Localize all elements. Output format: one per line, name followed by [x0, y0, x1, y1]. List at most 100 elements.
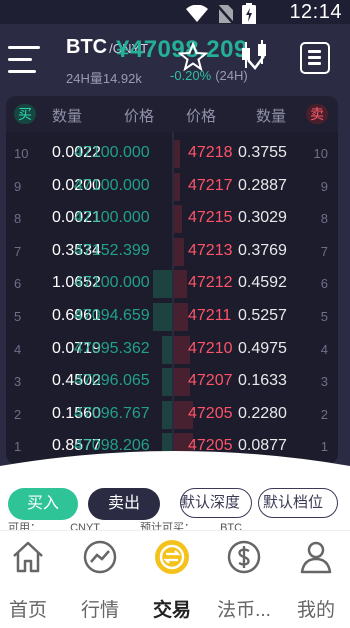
price-change: -0.20% (24H) [170, 68, 248, 83]
row-index-right: 4 [320, 341, 328, 357]
bid-price: 47094.659 [74, 307, 150, 324]
change-period: (24H) [215, 68, 248, 83]
ask-price: 47217 [188, 176, 233, 194]
order-book: 买 数量 价格 价格 数量 卖 10 0.0022 47100.000 47218 0.… [6, 96, 338, 464]
status-bar: 12:14 [0, 0, 350, 25]
bid-price: 47152.399 [74, 241, 150, 259]
status-icons [186, 3, 256, 25]
trading-screen: 12:14 BTC/CNYT ¥47098.209 24H量14.92k -0.… [0, 0, 350, 628]
bottom-tab-bar: 首页 行情 交易 法币... 我的 [0, 530, 350, 628]
tab-label: 首页 [8, 600, 47, 621]
market-header: BTC/CNYT ¥47098.209 24H量14.92k -0.20% (24… [0, 24, 350, 92]
ask-price: 47205 [188, 404, 233, 422]
tab-fiat[interactable]: 法币... [213, 537, 275, 625]
bid-qty-header: 数量 [52, 108, 83, 125]
buy-tab-button[interactable]: 买入 [8, 488, 78, 520]
sell-tab-button[interactable]: 卖出 [88, 488, 160, 520]
ask-depth-bar [174, 270, 187, 299]
volume-24h: 24H量14.92k [66, 71, 142, 86]
ask-price: 47210 [188, 339, 233, 357]
row-index-right: 2 [320, 406, 328, 422]
menu-line [8, 58, 32, 61]
ask-price: 47218 [188, 144, 233, 161]
ask-qty: 0.3755 [238, 144, 287, 161]
position-select-label: 默认档位 [262, 494, 323, 511]
pair-base: BTC [66, 36, 108, 58]
order-row[interactable]: 9 0.0200 47100.000 47217 0.2887 9 [6, 171, 338, 203]
row-index-right: 10 [313, 146, 328, 161]
row-index-left: 7 [14, 243, 22, 259]
bid-depth-bar [162, 400, 172, 429]
tab-profile[interactable]: 我的 [285, 537, 347, 625]
order-row[interactable]: 6 1.0652 47100.000 47212 0.4592 6 [6, 268, 338, 300]
position-select[interactable]: 默认档位 [258, 488, 338, 518]
dollar-icon [227, 540, 261, 574]
row-index-right: 3 [320, 374, 328, 390]
tab-label: 行情 [80, 600, 119, 621]
row-index-left: 8 [14, 211, 22, 227]
bid-depth-bar [153, 303, 172, 331]
tab-trade[interactable]: 交易 [141, 537, 203, 625]
bid-price: 47100.000 [74, 176, 150, 194]
order-row[interactable]: 7 0.3534 47152.399 47213 0.3769 7 [6, 236, 338, 268]
user-icon [300, 541, 332, 574]
doc-line [308, 56, 321, 59]
row-index-left: 6 [14, 276, 22, 292]
ask-qty: 0.3769 [238, 241, 287, 259]
bid-price: 47100.000 [74, 209, 150, 227]
exchange-icon [155, 540, 189, 574]
row-index-right: 7 [320, 243, 328, 259]
row-index-right: 9 [320, 178, 328, 194]
ask-depth-bar [174, 303, 188, 331]
tab-home[interactable]: 首页 [0, 537, 59, 625]
row-index-right: 8 [320, 211, 328, 227]
row-index-right: 5 [320, 309, 328, 324]
ask-qty: 0.3029 [238, 209, 287, 227]
bid-price: 47096.767 [74, 404, 150, 422]
row-index-left: 9 [14, 178, 22, 194]
bid-depth-bar [162, 368, 172, 397]
doc-line [308, 62, 321, 65]
order-row[interactable]: 5 0.6961 47094.659 47211 0.5257 5 [6, 301, 338, 333]
home-icon [13, 541, 43, 573]
order-book-header: 买 数量 价格 价格 数量 卖 [6, 96, 338, 132]
ask-qty: 0.4592 [238, 274, 287, 292]
menu-line [8, 70, 36, 73]
ask-price: 47207 [188, 372, 233, 390]
order-row[interactable]: 2 0.1560 47096.767 47205 0.2280 2 [6, 399, 338, 431]
tab-label: 我的 [296, 600, 335, 621]
order-row[interactable]: 4 0.0719 47095.362 47210 0.4975 4 [6, 334, 338, 366]
row-index-left: 4 [14, 341, 22, 357]
menu-line [8, 46, 40, 49]
row-index-left: 3 [14, 374, 22, 390]
sell-badge: 卖 [306, 104, 328, 124]
row-index-left: 5 [14, 309, 22, 324]
bid-price: 47095.362 [74, 339, 150, 357]
menu-button[interactable] [8, 42, 42, 76]
orders-doc-button[interactable] [300, 42, 330, 74]
ask-depth-bar [174, 237, 184, 266]
change-percent: -0.20% [170, 68, 212, 83]
bid-depth-bar [153, 270, 172, 299]
order-row[interactable]: 3 0.4502 47096.065 47207 0.1633 3 [6, 366, 338, 398]
depth-select[interactable]: 默认深度 [180, 488, 252, 518]
ask-qty: 0.1633 [238, 372, 287, 390]
bid-price: 47100.000 [74, 274, 150, 292]
bid-price: 47096.065 [74, 372, 150, 390]
ask-qty-header: 数量 [256, 108, 287, 125]
row-index-left: 2 [14, 406, 22, 422]
tab-market[interactable]: 行情 [69, 537, 131, 625]
tab-label: 法币... [217, 600, 271, 621]
wifi-icon [186, 5, 208, 22]
ask-price: 47211 [188, 307, 232, 324]
order-row[interactable]: 10 0.0022 47100.000 47218 0.3755 10 [6, 138, 338, 170]
bid-price-header: 价格 [124, 108, 155, 125]
buy-badge: 买 [14, 104, 36, 124]
ask-qty: 0.4975 [238, 339, 287, 357]
depth-select-label: 默认深度 [180, 494, 240, 511]
ask-price: 47212 [188, 274, 233, 292]
ask-qty: 0.5257 [238, 307, 287, 324]
order-row[interactable]: 8 0.0021 47100.000 47215 0.3029 8 [6, 203, 338, 235]
ask-price: 47215 [188, 209, 233, 227]
tab-label: 交易 [152, 600, 191, 621]
